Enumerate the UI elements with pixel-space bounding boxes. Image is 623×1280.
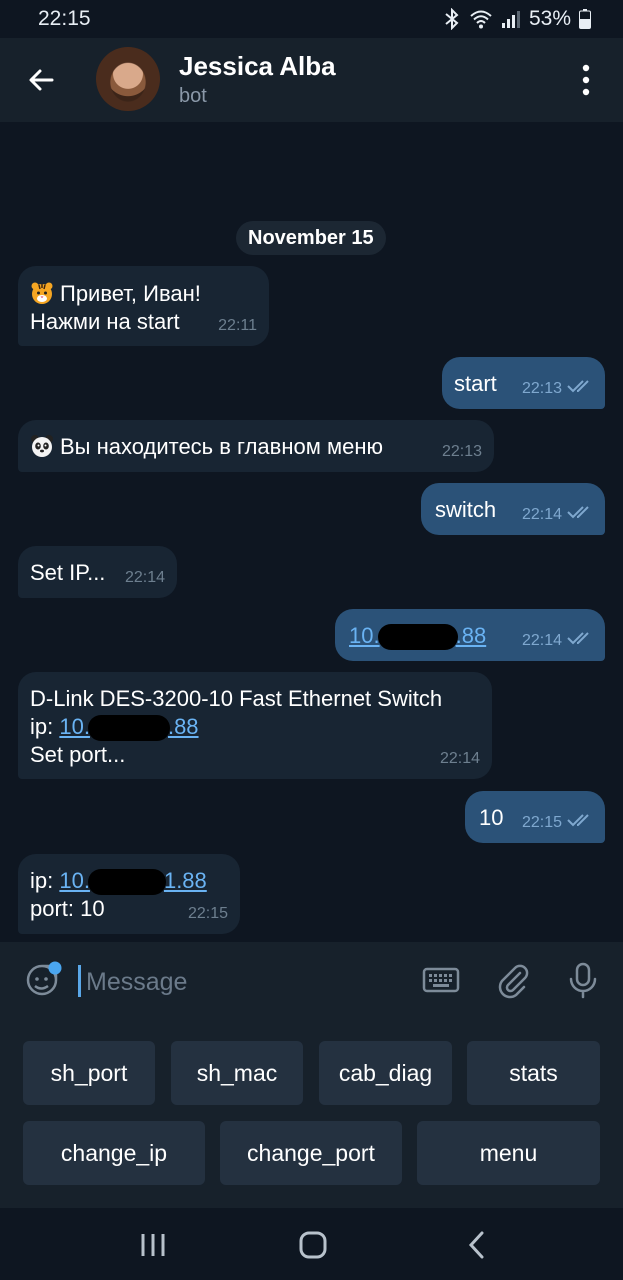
ip-link[interactable]: 10. 1.88 [59,868,207,896]
message-time: 22:13 [441,443,482,460]
message-text: switch [435,497,497,522]
message-line: ip: 10. 1.88 [30,867,228,896]
status-time: 22:15 [38,7,91,30]
date-separator: November 15 [236,221,386,255]
double-check-icon [567,627,593,655]
message-outgoing[interactable]: 10 22:15 [465,791,605,843]
tiger-face-emoji [30,281,54,305]
bluetooth-icon [443,8,461,30]
message-incoming[interactable]: D-Link DES-3200-10 Fast Ethernet Switch … [18,672,492,779]
kb-button-sh-mac[interactable]: sh_mac [171,1041,303,1105]
message-input-bar [0,942,623,1018]
battery-percent: 53% [528,7,571,30]
message-incoming[interactable]: Set IP... 22:14 [18,546,177,598]
ip-link[interactable]: 10. .88 [59,714,199,742]
redaction [377,624,458,651]
message-time: 22:14 [521,632,562,649]
battery-icon [579,9,591,29]
message-line: Set port... [30,742,126,768]
message-time: 22:14 [521,506,562,523]
message-time: 22:14 [439,750,480,767]
mic-icon[interactable] [563,960,603,1000]
bot-keyboard: sh_port sh_mac cab_diag stats change_ip … [0,1018,623,1208]
sticker-icon[interactable] [22,960,62,1000]
status-bar: 22:15 53% [0,0,623,38]
kb-button-change-ip[interactable]: change_ip [23,1121,205,1185]
message-line: Привет, Иван! [30,280,257,308]
message-list[interactable]: November 15 Привет, Иван! Нажми на start… [0,122,623,942]
message-time: 22:15 [187,905,228,922]
double-check-icon [567,501,593,529]
message-outgoing[interactable]: 10. .88 22:14 [335,609,605,661]
ip-link[interactable]: 10. .88 [349,623,486,651]
message-outgoing[interactable]: switch 22:14 [421,483,605,535]
double-check-icon [567,375,593,403]
message-incoming[interactable]: Вы находитесь в главном меню 22:13 [18,420,494,472]
redaction [87,869,166,896]
wifi-icon [469,9,493,29]
message-text: 10 [479,805,504,830]
home-icon[interactable] [298,1230,328,1260]
message-line: ip: 10. .88 [30,713,480,742]
message-text: Set IP... [30,560,106,585]
avatar[interactable] [96,47,160,111]
panda-face-emoji [30,434,54,458]
message-time: 22:13 [521,380,562,397]
back-nav-icon[interactable] [462,1230,492,1260]
system-nav-bar [0,1208,623,1280]
back-arrow-icon[interactable] [22,60,62,100]
kb-button-menu[interactable]: menu [417,1121,600,1185]
redaction [87,715,170,742]
double-check-icon [567,809,593,837]
message-field[interactable] [84,962,398,1002]
message-text: Вы находитесь в главном меню [60,434,383,459]
contact-name[interactable]: Jessica Alba [179,51,336,82]
kb-button-sh-port[interactable]: sh_port [23,1041,155,1105]
message-input[interactable] [78,962,398,1002]
message-line: D-Link DES-3200-10 Fast Ethernet Switch [30,686,443,711]
kb-button-change-port[interactable]: change_port [220,1121,402,1185]
more-vert-icon[interactable] [571,62,601,98]
recents-icon[interactable] [138,1230,168,1260]
chat-header: Jessica Alba bot [0,38,623,122]
signal-icon [501,9,521,29]
message-outgoing[interactable]: start 22:13 [442,357,605,409]
contact-subtitle: bot [179,85,207,107]
message-text: start [454,371,497,396]
keyboard-icon[interactable] [421,960,461,1000]
message-incoming[interactable]: ip: 10. 1.88 port: 10 22:15 [18,854,240,934]
message-time: 22:15 [521,814,562,831]
attach-icon[interactable] [493,960,533,1000]
message-time: 22:11 [218,317,257,334]
message-time: 22:14 [124,569,165,586]
kb-button-stats[interactable]: stats [467,1041,600,1105]
kb-button-cab-diag[interactable]: cab_diag [319,1041,452,1105]
message-incoming[interactable]: Привет, Иван! Нажми на start 22:11 [18,266,269,346]
